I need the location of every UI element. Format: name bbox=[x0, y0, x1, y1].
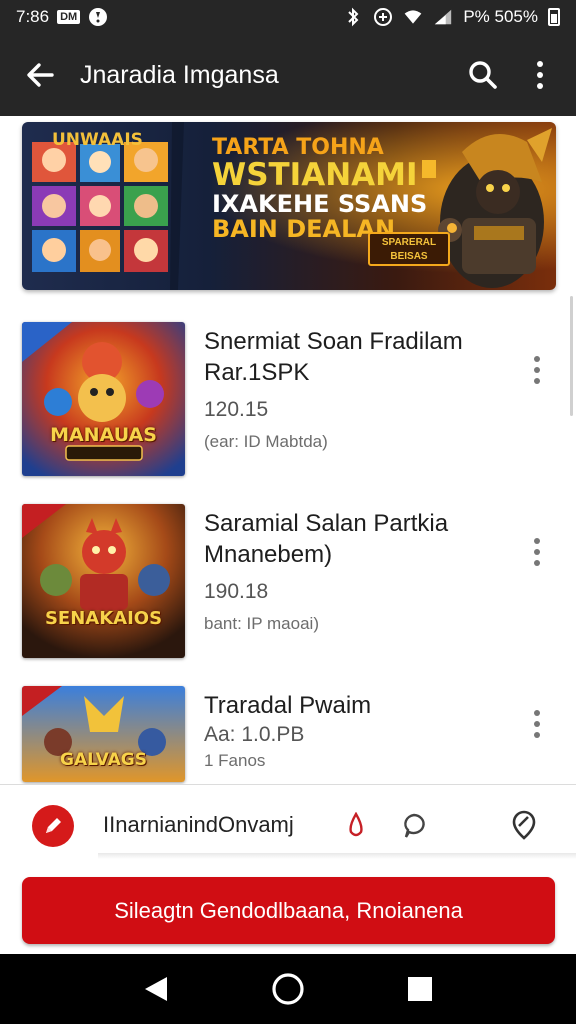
item-info: Saramial Salan Partkia Mnanebem) 190.18 … bbox=[204, 508, 504, 634]
search-icon bbox=[469, 61, 497, 89]
game-thumbnail: GALVAGS bbox=[22, 686, 185, 782]
item-subtitle: Mnanebem) bbox=[204, 541, 333, 568]
status-bar: 7:86 DM P% 505% bbox=[0, 0, 576, 34]
thumb-title: SENAKAIOS bbox=[44, 608, 163, 629]
nav-back-icon bbox=[145, 977, 167, 1001]
system-nav-bar bbox=[0, 954, 576, 1024]
bottom-panel: IInarnianindOnvamj Sileagtn Gendodlbaana… bbox=[0, 784, 576, 954]
page-title: Jnaradia Imgansa bbox=[80, 60, 279, 89]
thumb-title: MANAUAS bbox=[50, 424, 157, 446]
arrow-back-icon bbox=[27, 63, 54, 87]
banner-line-2: WSTIANAMI bbox=[212, 157, 418, 194]
thumb-title: GALVAGS bbox=[60, 750, 147, 770]
compose-label[interactable]: IInarnianindOnvamj bbox=[103, 812, 294, 838]
primary-action-button[interactable]: Sileagtn Gendodlbaana, Rnoianena bbox=[22, 877, 555, 944]
nav-back-button[interactable] bbox=[134, 967, 178, 1011]
item-subtitle: Rar.1SPK bbox=[204, 359, 310, 386]
more-vert-dot bbox=[534, 732, 540, 738]
more-vert-dot bbox=[534, 378, 540, 384]
battery-icon bbox=[548, 8, 560, 26]
back-button[interactable] bbox=[0, 34, 80, 116]
item-meta: bant: IP maoai) bbox=[204, 614, 319, 633]
more-vert-icon bbox=[534, 710, 540, 716]
item-overflow-button[interactable] bbox=[522, 706, 552, 742]
banner-line-3: IXAKEHE SSANS bbox=[212, 189, 428, 218]
pencil-icon bbox=[46, 818, 61, 833]
game-thumbnail: SENAKAIOS bbox=[22, 504, 185, 658]
item-overflow-button[interactable] bbox=[522, 534, 552, 570]
bluetooth-icon bbox=[343, 7, 363, 27]
nav-recents-button[interactable] bbox=[398, 967, 442, 1011]
search-button[interactable] bbox=[452, 34, 514, 116]
banner-corner-title: UNWAAIS bbox=[52, 130, 143, 150]
game-thumbnail: MANAUAS bbox=[22, 322, 185, 476]
item-meta: 1 Fanos bbox=[204, 751, 266, 770]
status-left: 7:86 DM bbox=[16, 7, 108, 27]
game-list[interactable]: UNWAAIS TARTA TOHNA WSTIANAMI IXAKEHE SS… bbox=[0, 116, 576, 784]
promo-banner[interactable]: UNWAAIS TARTA TOHNA WSTIANAMI IXAKEHE SS… bbox=[22, 122, 556, 290]
item-overflow-button[interactable] bbox=[522, 352, 552, 388]
more-vert-dot bbox=[534, 560, 540, 566]
list-item[interactable]: MANAUAS Snermiat Soan Fradilam Rar.1SPK … bbox=[0, 322, 576, 478]
item-title: Saramial Salan Partkia bbox=[204, 510, 449, 537]
more-vert-icon bbox=[534, 538, 540, 544]
droplet-button[interactable] bbox=[338, 807, 374, 843]
droplet-icon bbox=[349, 812, 363, 837]
battery-text: P% 505% bbox=[463, 7, 538, 26]
chat-button[interactable] bbox=[396, 807, 432, 843]
compose-row: IInarnianindOnvamj bbox=[0, 785, 576, 863]
screen: 7:86 DM P% 505% Jnaradia Imgansa UNWAAIS… bbox=[0, 0, 576, 1024]
item-info: Traradal Pwaim Aa: 1.0.PB 1 Fanos bbox=[204, 690, 504, 771]
notification-badge: DM bbox=[57, 10, 81, 24]
item-version: 190.18 bbox=[204, 580, 269, 603]
list-item[interactable]: GALVAGS Traradal Pwaim Aa: 1.0.PB 1 Fano… bbox=[0, 686, 576, 784]
wifi-icon bbox=[403, 7, 423, 27]
nav-recents-icon bbox=[408, 977, 432, 1001]
more-vert-icon bbox=[534, 356, 540, 362]
item-version: 120.15 bbox=[204, 398, 269, 421]
more-vert-icon bbox=[537, 61, 543, 89]
item-meta: (ear: ID Mabtda) bbox=[204, 432, 328, 451]
chat-bubble-icon bbox=[404, 813, 425, 838]
divider bbox=[98, 853, 576, 859]
compose-button[interactable] bbox=[32, 805, 74, 847]
character-collage bbox=[32, 142, 168, 272]
location-pin-icon bbox=[512, 810, 536, 840]
app-bar: Jnaradia Imgansa bbox=[0, 34, 576, 116]
banner-headline: TARTA TOHNA WSTIANAMI IXAKEHE SSANS BAIN… bbox=[212, 136, 452, 242]
item-info: Snermiat Soan Fradilam Rar.1SPK 120.15 (… bbox=[204, 326, 504, 452]
item-title: Traradal Pwaim bbox=[204, 692, 372, 719]
more-vert-dot bbox=[534, 721, 540, 727]
banner-badge: SPARERAL BEISAS bbox=[368, 232, 450, 266]
status-right: P% 505% bbox=[343, 7, 560, 27]
item-version: Aa: 1.0.PB bbox=[204, 723, 305, 746]
more-vert-dot bbox=[534, 367, 540, 373]
list-item[interactable]: SENAKAIOS Saramial Salan Partkia Mnanebe… bbox=[0, 504, 576, 660]
item-title: Snermiat Soan Fradilam bbox=[204, 328, 463, 355]
vibrate-icon bbox=[373, 7, 393, 27]
more-vert-dot bbox=[534, 549, 540, 555]
notification-icon bbox=[88, 7, 108, 27]
nav-home-icon bbox=[272, 973, 304, 1005]
status-time: 7:86 bbox=[16, 7, 50, 26]
scrollbar[interactable] bbox=[570, 296, 573, 416]
location-button[interactable] bbox=[506, 807, 542, 843]
overflow-menu-button[interactable] bbox=[514, 34, 566, 116]
nav-home-button[interactable] bbox=[266, 967, 310, 1011]
banner-line-1: TARTA TOHNA bbox=[212, 135, 384, 160]
signal-icon bbox=[433, 7, 453, 27]
